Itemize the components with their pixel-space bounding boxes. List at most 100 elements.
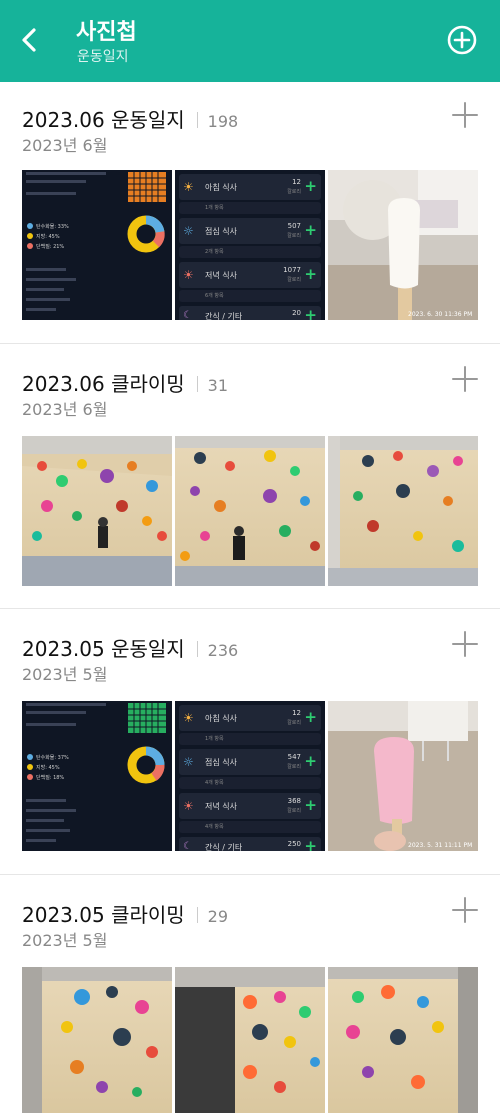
add-photo-plus-icon[interactable] bbox=[452, 897, 478, 923]
add-plus-icon: + bbox=[304, 708, 317, 726]
meal-unit: 칼로리 bbox=[287, 764, 301, 770]
macro-stat-label: 지방: 45% bbox=[36, 233, 60, 240]
photo-thumbnail[interactable]: 탄수화물: 33% 지방: 45% 단백질: 21% bbox=[22, 170, 172, 320]
meal-items-row: 4개 항목 bbox=[179, 821, 321, 833]
meal-items-row: 2개 항목 bbox=[179, 246, 321, 258]
photo-timestamp: 2023. 6. 30 11:36 PM bbox=[408, 311, 472, 318]
meal-kcal: 12 bbox=[292, 709, 301, 717]
separator bbox=[196, 907, 198, 923]
meal-items-row: 4개 항목 bbox=[179, 777, 321, 789]
macro-stat-label: 탄수화물: 33% bbox=[36, 223, 69, 230]
album-title: 2023.06 클라이밍 bbox=[22, 372, 185, 396]
meal-card: ☀ 아침 식사 12 칼로리 + bbox=[179, 174, 321, 200]
add-circle-icon[interactable] bbox=[446, 24, 478, 56]
photo-thumbnail[interactable] bbox=[175, 967, 325, 1113]
separator bbox=[196, 112, 198, 128]
macro-stat-label: 지방: 45% bbox=[36, 764, 60, 771]
macro-stat-label: 단백질: 21% bbox=[36, 243, 64, 250]
album-date: 2023년 6월 bbox=[22, 400, 108, 419]
sun-icon: ☼ bbox=[183, 224, 194, 238]
photo-thumbnail[interactable] bbox=[175, 436, 325, 586]
photo-thumbnail[interactable] bbox=[22, 967, 172, 1113]
meal-unit: 칼로리 bbox=[287, 277, 301, 283]
moon-icon: ☾ bbox=[183, 310, 192, 320]
meal-items-row: 1개 항목 bbox=[179, 733, 321, 745]
album-title: 2023.06 운동일지 bbox=[22, 108, 185, 132]
ice-cream-photo: 2023. 6. 30 11:36 PM bbox=[328, 170, 478, 320]
add-plus-icon: + bbox=[304, 306, 317, 320]
separator bbox=[196, 641, 198, 657]
meal-card: ☾ 간식 / 기타 250 + bbox=[179, 837, 321, 851]
meal-card: ☾ 간식 / 기타 20 + bbox=[179, 306, 321, 320]
meal-items-count: 4개 항목 bbox=[205, 824, 224, 830]
photo-thumbnail[interactable]: 탄수화물: 37% 지방: 45% 단백질: 18% bbox=[22, 701, 172, 851]
add-plus-icon: + bbox=[304, 837, 317, 851]
page-subtitle: 운동일지 bbox=[77, 49, 129, 65]
meal-label: 점심 식사 bbox=[205, 227, 237, 236]
meal-label: 저녁 식사 bbox=[205, 802, 237, 811]
album-count: 31 bbox=[207, 376, 229, 395]
climbing-wall-photo bbox=[328, 967, 478, 1113]
meal-label: 간식 / 기타 bbox=[205, 312, 243, 320]
ice-cream-photo: 2023. 5. 31 11:11 PM bbox=[328, 701, 478, 851]
climbing-wall-photo bbox=[22, 436, 172, 586]
meal-items-count: 1개 항목 bbox=[205, 205, 224, 211]
album-count: 29 bbox=[207, 907, 229, 926]
meal-kcal: 507 bbox=[287, 222, 301, 230]
photo-thumbnail[interactable] bbox=[328, 967, 478, 1113]
moon-icon: ☾ bbox=[183, 841, 192, 851]
photo-thumbnail[interactable] bbox=[328, 436, 478, 586]
sun-icon: ☀ bbox=[183, 711, 194, 725]
album-date: 2023년 6월 bbox=[22, 136, 108, 155]
meal-items-row: 6개 항목 bbox=[179, 290, 321, 302]
diet-summary-screenshot: 탄수화물: 37% 지방: 45% 단백질: 18% bbox=[26, 703, 166, 842]
macro-stat-label: 단백질: 18% bbox=[36, 774, 64, 781]
album-section: 2023.05 운동일지 236 2023년 5월 탄수화물: 37% 지방: 4… bbox=[0, 609, 500, 874]
photo-thumbnail[interactable]: 2023. 5. 31 11:11 PM bbox=[328, 701, 478, 851]
meal-unit: 칼로리 bbox=[287, 189, 301, 195]
page-title: 사진첩 bbox=[76, 20, 137, 45]
meal-card: ☀ 저녁 식사 1077 칼로리 + bbox=[179, 262, 321, 288]
climbing-wall-photo bbox=[175, 436, 325, 586]
meal-kcal: 250 bbox=[287, 840, 301, 848]
meal-label: 저녁 식사 bbox=[205, 271, 237, 280]
album-title-row[interactable]: 2023.06 운동일지 198 bbox=[22, 104, 238, 133]
meal-card: ☼ 점심 식사 507 칼로리 + bbox=[179, 218, 321, 244]
back-arrow-icon[interactable] bbox=[12, 22, 48, 58]
add-plus-icon: + bbox=[304, 265, 317, 283]
photo-thumbnail[interactable]: ☀ 아침 식사 12 칼로리 + 1개 항목 ☼ 점심 식사 507 칼로리 +… bbox=[175, 170, 325, 320]
album-title-row[interactable]: 2023.05 클라이밍 29 bbox=[22, 899, 228, 928]
add-plus-icon: + bbox=[304, 752, 317, 770]
album-date: 2023년 5월 bbox=[22, 931, 108, 950]
album-title-row[interactable]: 2023.06 클라이밍 31 bbox=[22, 368, 228, 397]
sunset-icon: ☀ bbox=[183, 799, 194, 813]
climbing-wall-photo bbox=[175, 967, 325, 1113]
album-date: 2023년 5월 bbox=[22, 665, 108, 684]
macro-stat-label: 탄수화물: 37% bbox=[36, 754, 69, 761]
album-title: 2023.05 운동일지 bbox=[22, 637, 185, 661]
meal-kcal: 1077 bbox=[283, 266, 301, 274]
meal-card: ☀ 저녁 식사 368 칼로리 + bbox=[179, 793, 321, 819]
photo-thumbnail[interactable]: ☀ 아침 식사 12 칼로리 + 1개 항목 ☼ 점심 식사 547 칼로리 +… bbox=[175, 701, 325, 851]
add-photo-plus-icon[interactable] bbox=[452, 102, 478, 128]
meal-kcal: 547 bbox=[287, 753, 301, 761]
diet-summary-screenshot: 탄수화물: 33% 지방: 45% 단백질: 21% bbox=[26, 172, 166, 311]
add-photo-plus-icon[interactable] bbox=[452, 631, 478, 657]
meal-label: 점심 식사 bbox=[205, 758, 237, 767]
sunset-icon: ☀ bbox=[183, 268, 194, 282]
app-header: 사진첩 운동일지 bbox=[0, 0, 500, 82]
meal-items-count: 2개 항목 bbox=[205, 249, 224, 255]
meal-items-count: 6개 항목 bbox=[205, 293, 224, 299]
photo-timestamp: 2023. 5. 31 11:11 PM bbox=[408, 842, 472, 849]
photo-thumbnail[interactable] bbox=[22, 436, 172, 586]
add-photo-plus-icon[interactable] bbox=[452, 366, 478, 392]
album-count: 198 bbox=[207, 112, 239, 131]
meal-kcal: 368 bbox=[287, 797, 301, 805]
photo-thumbnail[interactable]: 2023. 6. 30 11:36 PM bbox=[328, 170, 478, 320]
meal-label: 간식 / 기타 bbox=[205, 843, 243, 851]
meal-card: ☀ 아침 식사 12 칼로리 + bbox=[179, 705, 321, 731]
climbing-wall-photo bbox=[328, 436, 478, 586]
meal-items-count: 1개 항목 bbox=[205, 736, 224, 742]
meal-label: 아침 식사 bbox=[205, 183, 237, 192]
album-title-row[interactable]: 2023.05 운동일지 236 bbox=[22, 633, 238, 662]
